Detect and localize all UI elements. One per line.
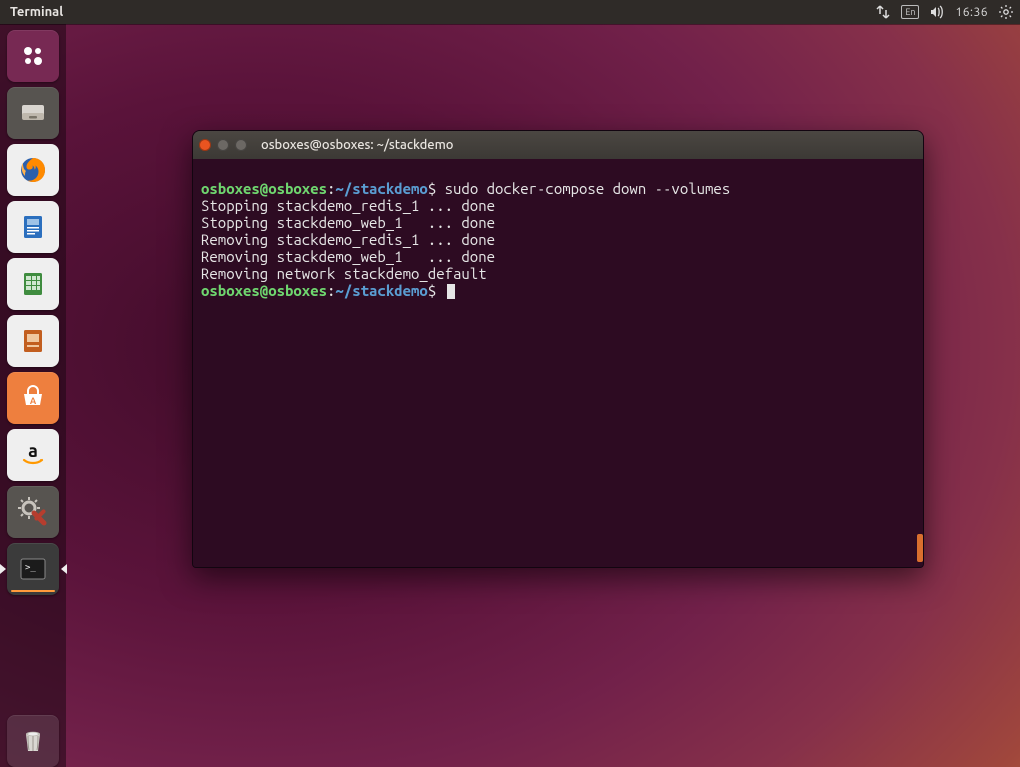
- settings-gear-icon[interactable]: [998, 0, 1014, 24]
- command-text: sudo docker-compose down --volumes: [436, 180, 730, 197]
- prompt-path: ~/stackdemo: [335, 180, 427, 197]
- window-maximize-icon[interactable]: [235, 139, 247, 151]
- dash-icon[interactable]: [7, 30, 59, 82]
- output-line: Stopping stackdemo_redis_1 ... done: [201, 197, 495, 214]
- amazon-icon[interactable]: a: [7, 429, 59, 481]
- output-line: Removing network stackdemo_default: [201, 265, 487, 282]
- system-tray: En 16:36: [875, 0, 1014, 24]
- system-settings-icon[interactable]: [7, 486, 59, 538]
- prompt-symbol: $: [428, 282, 436, 299]
- menubar: Terminal En 16:36: [0, 0, 1020, 24]
- window-title: osboxes@osboxes: ~/stackdemo: [261, 138, 454, 152]
- window-close-icon[interactable]: [199, 139, 211, 151]
- output-line: Stopping stackdemo_web_1 ... done: [201, 214, 495, 231]
- writer-icon[interactable]: [7, 201, 59, 253]
- window-minimize-icon[interactable]: [217, 139, 229, 151]
- clock[interactable]: 16:36: [955, 0, 988, 24]
- scrollbar-thumb[interactable]: [917, 534, 923, 562]
- svg-text:A: A: [30, 396, 37, 406]
- svg-text:a: a: [28, 441, 38, 461]
- svg-text:>_: >_: [25, 563, 36, 573]
- focused-indicator-icon: [61, 564, 67, 574]
- window-titlebar[interactable]: osboxes@osboxes: ~/stackdemo: [193, 131, 923, 159]
- network-icon[interactable]: [875, 0, 891, 24]
- terminal-window[interactable]: osboxes@osboxes: ~/stackdemo osboxes@osb…: [192, 130, 924, 568]
- terminal-body[interactable]: osboxes@osboxes:~/stackdemo$ sudo docker…: [193, 159, 923, 567]
- prompt-symbol: $: [428, 180, 436, 197]
- running-indicator-icon: [0, 564, 6, 574]
- calc-icon[interactable]: [7, 258, 59, 310]
- unity-launcher: A a >_: [0, 24, 66, 767]
- active-app-name: Terminal: [10, 5, 63, 19]
- volume-icon[interactable]: [929, 0, 945, 24]
- files-icon[interactable]: [7, 87, 59, 139]
- trash-icon[interactable]: [7, 715, 59, 767]
- firefox-icon[interactable]: [7, 144, 59, 196]
- prompt-user: osboxes@osboxes: [201, 180, 327, 197]
- prompt-path: ~/stackdemo: [335, 282, 427, 299]
- prompt-user: osboxes@osboxes: [201, 282, 327, 299]
- impress-icon[interactable]: [7, 315, 59, 367]
- output-line: Removing stackdemo_web_1 ... done: [201, 248, 495, 265]
- language-indicator[interactable]: En: [901, 0, 919, 24]
- terminal-cursor: [447, 284, 455, 299]
- software-center-icon[interactable]: A: [7, 372, 59, 424]
- output-line: Removing stackdemo_redis_1 ... done: [201, 231, 495, 248]
- terminal-icon[interactable]: >_: [7, 543, 59, 595]
